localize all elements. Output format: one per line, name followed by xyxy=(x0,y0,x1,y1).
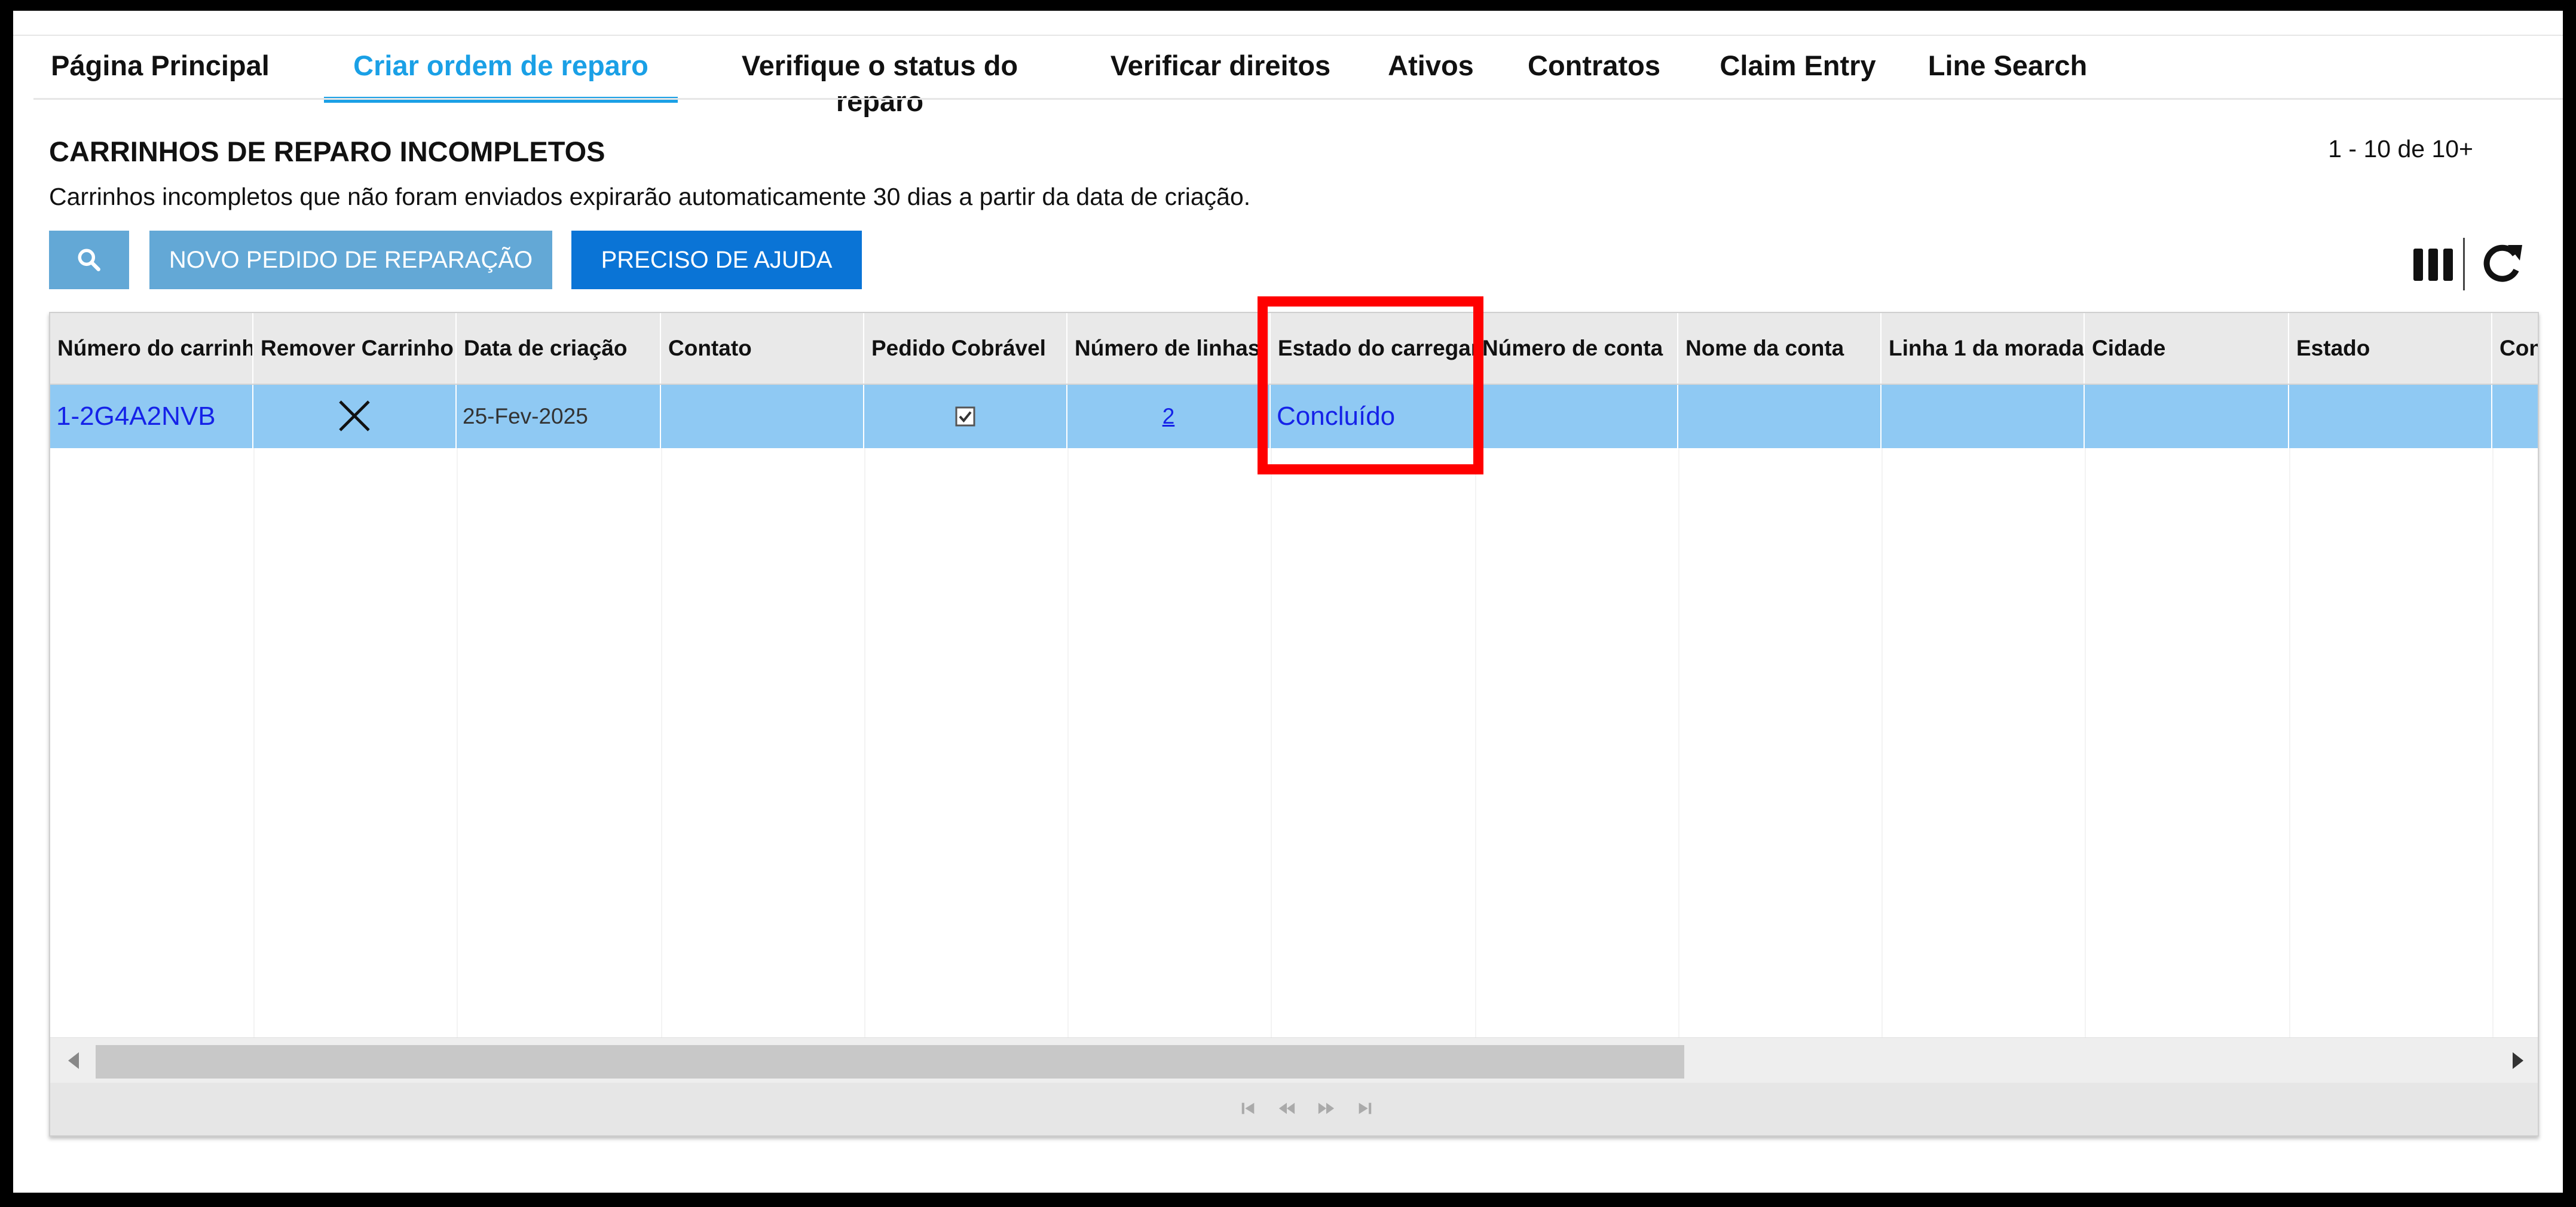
scroll-right-icon[interactable] xyxy=(2505,1049,2529,1073)
tab-claim-entry[interactable]: Claim Entry xyxy=(1711,48,1885,98)
nav-bottom-divider xyxy=(33,98,2563,100)
horizontal-scrollbar[interactable] xyxy=(50,1037,2538,1083)
tools-separator xyxy=(2463,238,2465,290)
column-divider xyxy=(253,448,255,1082)
tab-verificar-direitos[interactable]: Verificar direitos xyxy=(1101,48,1340,98)
column-divider xyxy=(2492,448,2494,1082)
contact-cell xyxy=(661,385,864,448)
grid-tools xyxy=(2369,238,2525,290)
billable-cell xyxy=(864,385,1067,448)
cart-number-link[interactable]: 1-2G4A2NVB xyxy=(50,385,253,448)
page-subtitle: Carrinhos incompletos que não foram envi… xyxy=(49,183,1251,210)
column-divider xyxy=(2085,448,2086,1082)
pager-count: 1 - 10 de 10+ xyxy=(2328,135,2473,163)
line-count-link[interactable]: 2 xyxy=(1162,404,1175,428)
city-cell xyxy=(2085,385,2289,448)
help-button[interactable]: PRECISO DE AJUDA xyxy=(571,231,862,289)
previous-page-icon[interactable] xyxy=(1278,1099,1296,1117)
column-divider xyxy=(457,448,458,1082)
column-header-created[interactable]: Data de criação xyxy=(457,313,661,384)
tab-ativos[interactable]: Ativos xyxy=(1378,48,1483,98)
column-header-line-count[interactable]: Número de linhas xyxy=(1067,313,1271,384)
column-divider xyxy=(1881,448,1883,1082)
column-header-remove-cart[interactable]: Remover Carrinho xyxy=(253,313,457,384)
address-line-1-cell xyxy=(1881,385,2085,448)
column-divider xyxy=(1271,448,1272,1082)
column-header-account-name[interactable]: Nome da conta xyxy=(1678,313,1881,384)
next-page-icon[interactable] xyxy=(1317,1099,1335,1117)
columns-icon[interactable] xyxy=(2413,249,2453,281)
column-header-account-number[interactable]: Número de conta xyxy=(1475,313,1678,384)
grid-pagination-footer xyxy=(50,1083,2538,1135)
tab-verifique-status[interactable]: Verifique o status do reparo xyxy=(695,48,1065,117)
column-header-truncated[interactable]: Con xyxy=(2492,313,2538,384)
column-header-billable[interactable]: Pedido Cobrável xyxy=(864,313,1067,384)
remove-cart-cell xyxy=(253,385,457,448)
tab-criar-ordem-de-reparo[interactable]: Criar ordem de reparo xyxy=(324,48,678,103)
column-divider xyxy=(2289,448,2290,1082)
billable-checkbox[interactable] xyxy=(955,406,975,427)
tab-pagina-principal[interactable]: Página Principal xyxy=(47,48,274,98)
account-name-cell xyxy=(1678,385,1881,448)
state-cell xyxy=(2289,385,2492,448)
top-navigation: Página Principal Criar ordem de reparo V… xyxy=(13,11,2563,117)
last-page-icon[interactable] xyxy=(1356,1099,1373,1117)
column-header-state[interactable]: Estado xyxy=(2289,313,2492,384)
nav-top-divider xyxy=(13,35,2563,36)
line-count-cell: 2 xyxy=(1067,385,1271,448)
created-date: 25-Fev-2025 xyxy=(457,385,661,448)
close-icon[interactable] xyxy=(336,398,372,434)
cart-number[interactable]: 1-2G4A2NVB xyxy=(56,402,216,431)
refresh-icon[interactable] xyxy=(2479,240,2525,286)
column-header-city[interactable]: Cidade xyxy=(2085,313,2289,384)
highlight-annotation-box xyxy=(1258,296,1483,474)
page-title: CARRINHOS DE REPARO INCOMPLETOS xyxy=(49,136,605,167)
column-header-cart-number[interactable]: Número do carrinho xyxy=(50,313,253,384)
scroll-left-icon[interactable] xyxy=(62,1049,86,1073)
tab-contratos[interactable]: Contratos xyxy=(1519,48,1669,98)
scrollbar-thumb[interactable] xyxy=(96,1045,1684,1079)
search-button[interactable] xyxy=(49,231,129,289)
column-header-contact[interactable]: Contato xyxy=(661,313,864,384)
column-divider xyxy=(864,448,865,1082)
app-window: Página Principal Criar ordem de reparo V… xyxy=(13,11,2563,1193)
column-divider xyxy=(1678,448,1679,1082)
tab-line-search[interactable]: Line Search xyxy=(1921,48,2094,98)
first-page-icon[interactable] xyxy=(1240,1099,1258,1117)
account-number-cell xyxy=(1475,385,1678,448)
new-repair-order-button[interactable]: NOVO PEDIDO DE REPARAÇÃO xyxy=(149,231,552,289)
truncated-cell xyxy=(2492,385,2538,448)
column-divider xyxy=(1475,448,1476,1082)
column-header-address-line-1[interactable]: Linha 1 da morada xyxy=(1881,313,2085,384)
search-icon xyxy=(78,249,100,271)
column-divider xyxy=(1067,448,1069,1082)
column-divider xyxy=(661,448,662,1082)
